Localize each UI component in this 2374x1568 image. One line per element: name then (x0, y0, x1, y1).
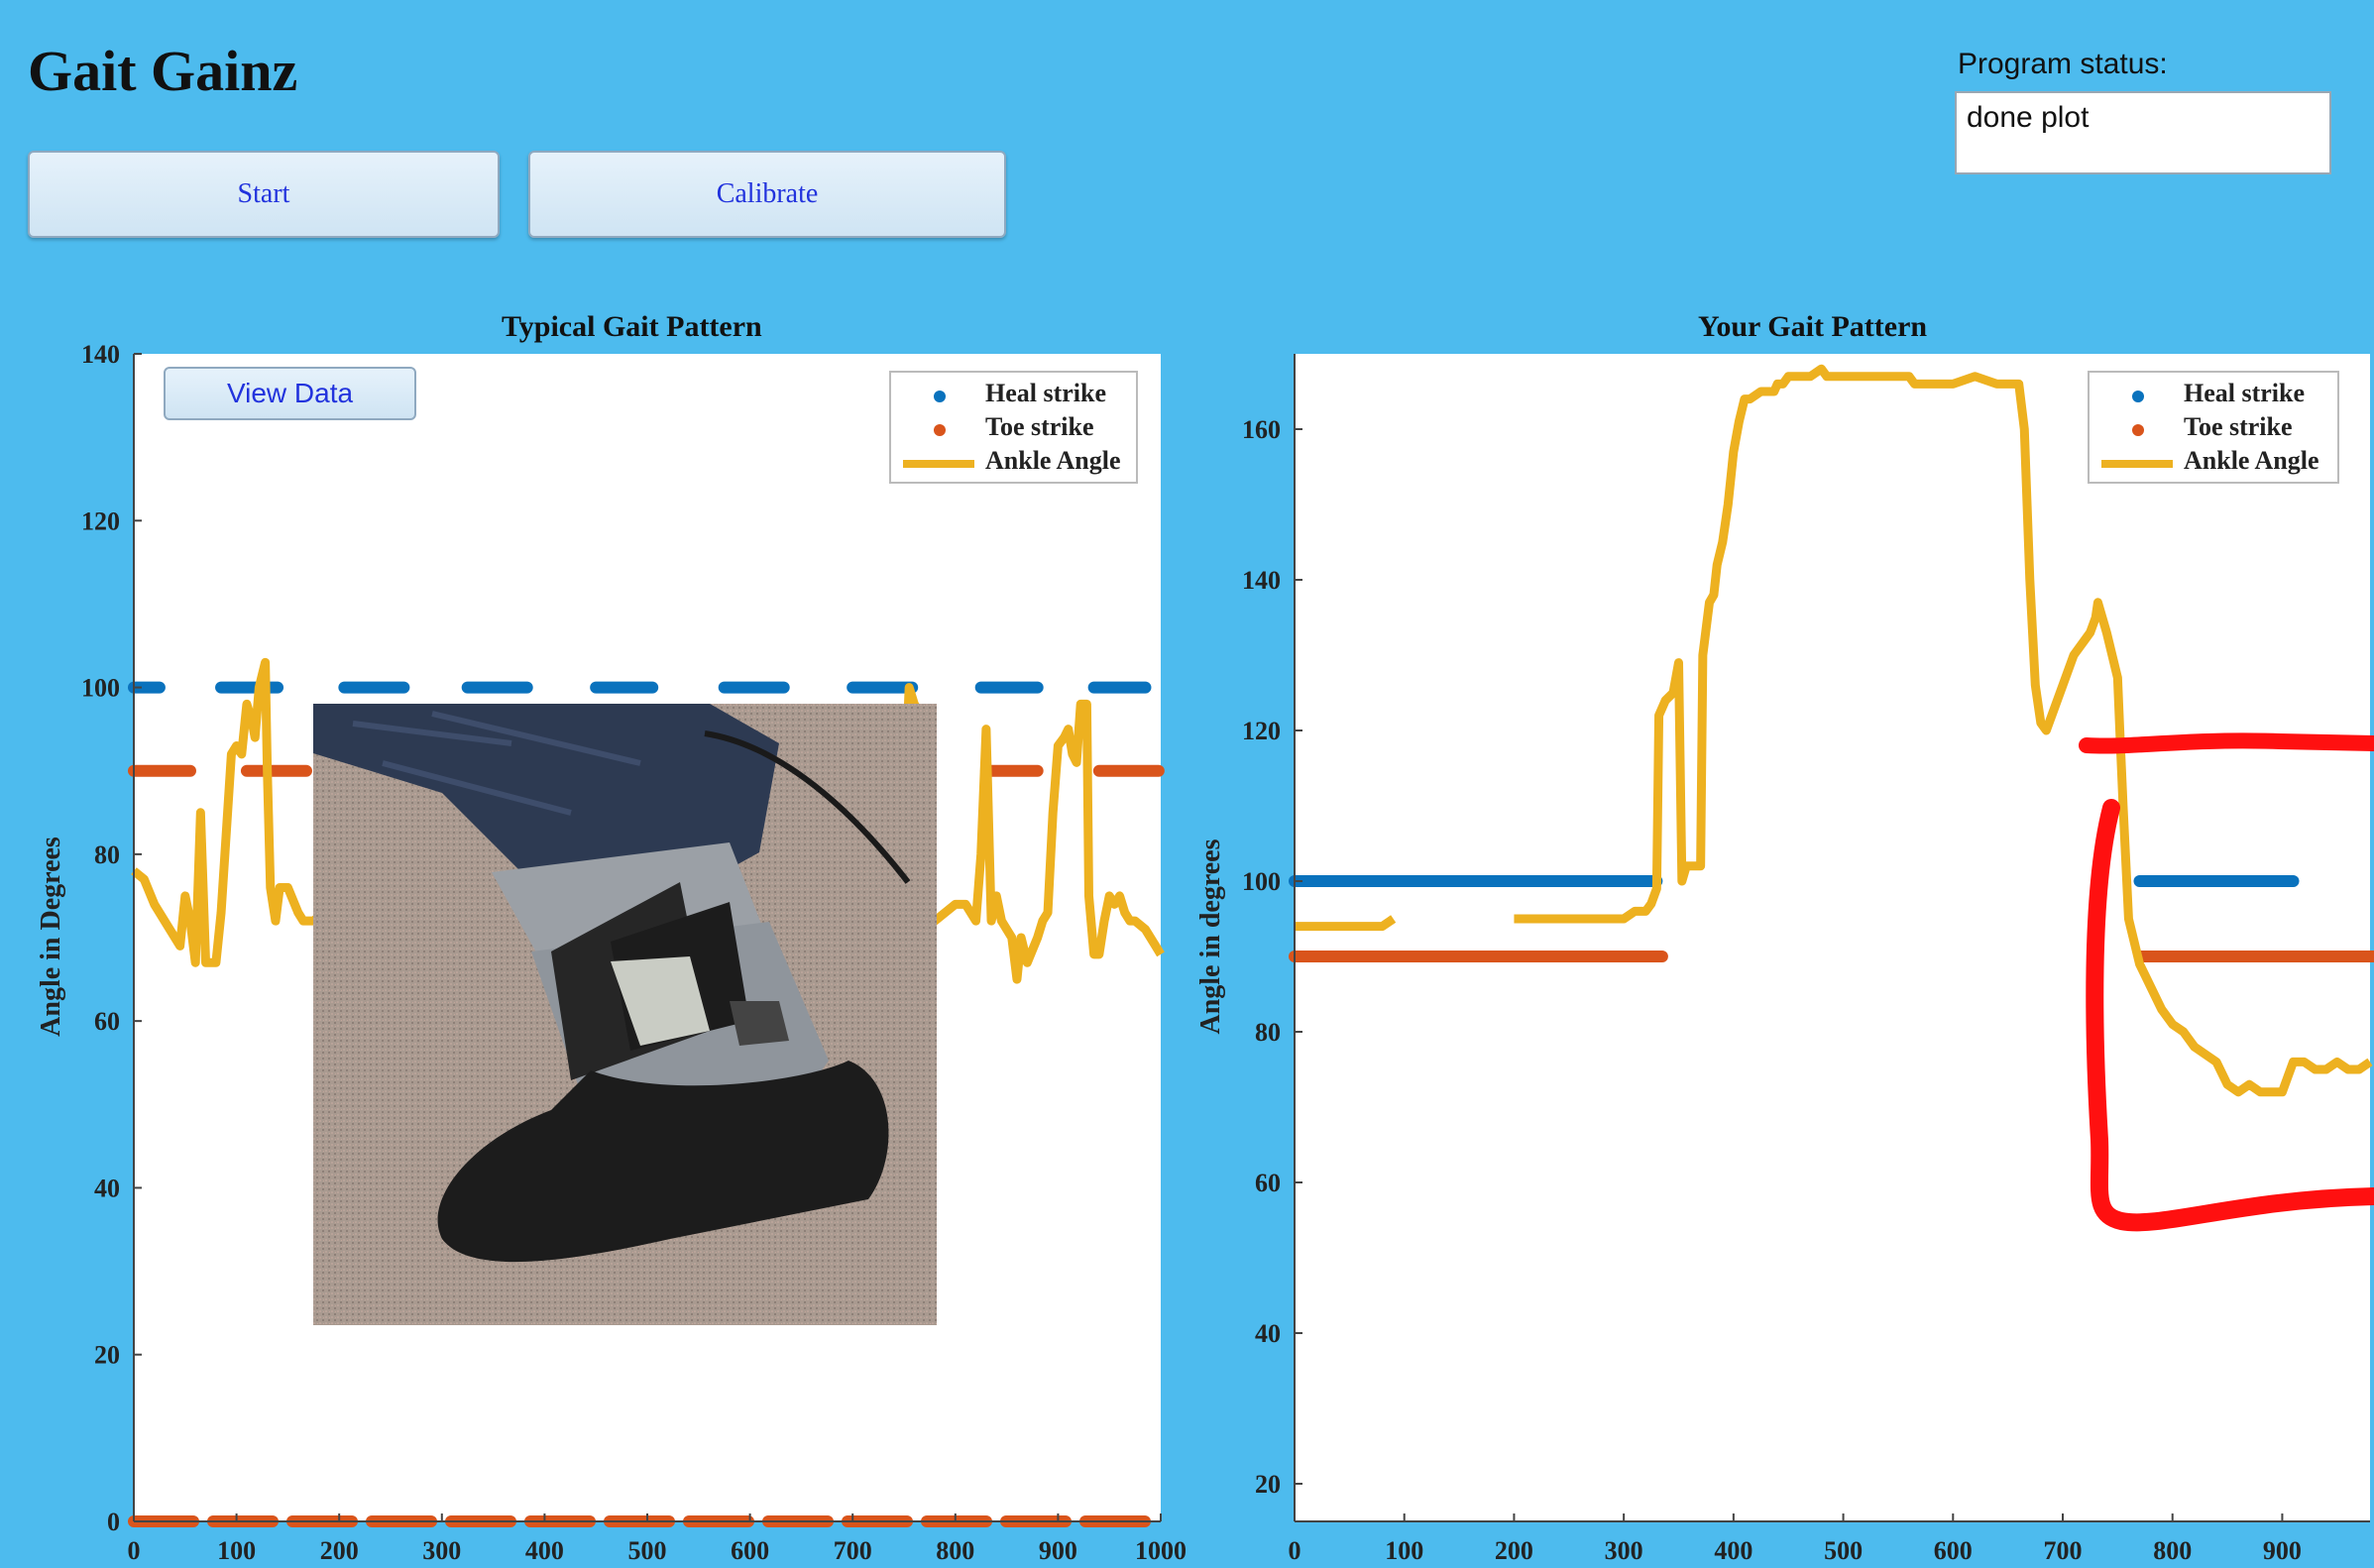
legend-toe-label: Toe strike (2184, 412, 2293, 441)
legend: Heal strike Toe strike Ankle Angle (889, 371, 1138, 484)
x-tick-label: 700 (2044, 1536, 2083, 1565)
y-tick-label: 140 (1242, 566, 1281, 595)
legend-toe-marker (934, 424, 946, 436)
legend-ankle-label: Ankle Angle (2184, 446, 2319, 475)
x-tick-label: 500 (1824, 1536, 1863, 1565)
legend-heal-marker (2132, 391, 2144, 402)
y-tick-label: 120 (1242, 717, 1281, 745)
y-tick-label: 40 (1255, 1319, 1281, 1348)
legend-toe-marker (2132, 424, 2144, 436)
y-tick-label: 80 (1255, 1018, 1281, 1047)
plot-area (1295, 354, 2370, 1521)
legend-heal-label: Heal strike (2184, 379, 2306, 407)
legend: Heal strike Toe strike Ankle Angle (2088, 371, 2339, 484)
x-tick-label: 800 (2153, 1536, 2192, 1565)
ankle-sensor-photo (313, 704, 937, 1325)
view-data-button[interactable]: View Data (164, 367, 416, 420)
legend-toe-label: Toe strike (985, 412, 1094, 441)
x-tick-label: 900 (2263, 1536, 2302, 1565)
x-tick-label: 300 (1605, 1536, 1643, 1565)
legend-heal-label: Heal strike (985, 379, 1107, 407)
y-tick-label: 100 (1242, 867, 1281, 896)
x-tick-label: 600 (1934, 1536, 1973, 1565)
x-tick-label: 100 (1385, 1536, 1423, 1565)
y-tick-label: 160 (1242, 415, 1281, 444)
y-tick-label: 60 (1255, 1169, 1281, 1197)
y-axis-label: Angle in degrees (1195, 839, 1226, 1034)
x-tick-label: 200 (1495, 1536, 1533, 1565)
x-tick-label: 400 (1714, 1536, 1752, 1565)
x-tick-label: 0 (1289, 1536, 1301, 1565)
y-tick-label: 20 (1255, 1470, 1281, 1499)
legend-heal-marker (934, 391, 946, 402)
legend-ankle-label: Ankle Angle (985, 446, 1121, 475)
